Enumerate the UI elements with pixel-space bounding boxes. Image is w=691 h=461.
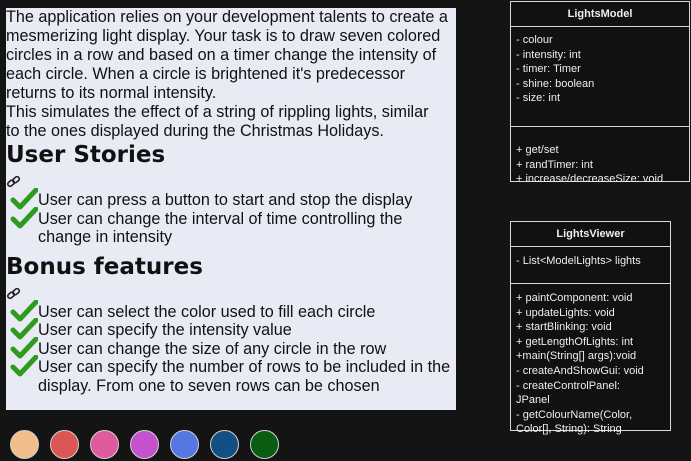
light-circle-6[interactable] [210,430,239,459]
uml-method: - createControlPanel: [516,379,620,392]
intro-line: returns to its normal intensity. [6,84,217,102]
intro-line: The application relies on your developme… [6,8,448,26]
bonus-text: User can select the color used to fill e… [38,302,376,321]
uml-method: + paintComponent: void [516,292,633,304]
light-circle-5[interactable] [170,430,199,459]
list-item: User can select the color used to fill e… [6,299,456,321]
uml-fields: - List<ModelLights> lights [511,247,670,283]
description-panel: The application relies on your developme… [6,8,456,410]
light-circle-3[interactable] [90,430,119,459]
uml-method: + randTimer: int [516,158,593,171]
list-item: User can change the interval of time con… [6,206,456,247]
uml-method: JPanel [516,394,550,407]
uml-field: - colour [516,34,553,46]
link-icon[interactable] [6,287,456,303]
uml-field: - timer: Timer [516,63,581,75]
check-icon [10,355,38,377]
intro-text: The application relies on your developme… [6,8,456,141]
story-text: User can press a button to start and sto… [38,191,413,209]
uml-field: - size: int [516,92,561,104]
uml-field: - List<ModelLights> lights [516,255,641,267]
bonus-features-heading: Bonus features [6,253,203,280]
light-circle-7[interactable] [250,430,279,459]
link-icon[interactable] [6,175,456,191]
uml-field: - intensity: int [516,48,581,61]
intro-line: This simulates the effect of a string of… [6,103,429,121]
uml-lights-model: LightsModel - colour - intensity: int - … [510,1,690,185]
bonus-text: User can specify the intensity value [38,321,292,339]
uml-method: Color[], String): String [516,423,622,436]
bonus-features-list: User can select the color used to fill e… [6,299,456,396]
uml-method: + startBlinking: void [516,321,612,334]
uml-methods: + get/set + randTimer: int + increase/de… [511,126,689,190]
intro-line: each circle. When a circle is brightened… [6,65,405,83]
bonus-text: User can change the size of any circle i… [38,339,387,358]
list-item: User can press a button to start and sto… [6,188,456,210]
user-stories-heading: User Stories [6,142,166,168]
light-circle-4[interactable] [130,430,159,459]
uml-class-title: LightsModel [511,2,689,27]
uml-method: +main(String[] args):void [516,350,637,363]
uml-method: + get/set [516,144,559,156]
uml-method: + increase/decreaseSize: void [516,173,664,185]
intro-line: to the ones displayed during the Christm… [6,122,384,140]
uml-methods: + paintComponent: void + updateLights: v… [511,283,670,440]
intro-line: circles in a row and based on a timer ch… [6,46,437,64]
list-item: User can specify the number of rows to b… [6,355,456,395]
check-icon [10,206,38,228]
story-text: User can change the interval of time con… [38,209,403,247]
uml-method: - getColourName(Color, [516,408,633,421]
list-item: User can specify the intensity value [6,318,456,340]
uml-method: + getLengthOfLights: int [516,335,634,348]
uml-fields: - colour - intensity: int - timer: Timer… [511,27,689,126]
list-item: User can change the size of any circle i… [6,336,456,358]
user-stories-list: User can press a button to start and sto… [6,188,456,247]
uml-lights-viewer: LightsViewer - List<ModelLights> lights … [510,221,671,435]
uml-class-title: LightsViewer [511,222,670,247]
uml-field: - shine: boolean [516,77,595,90]
uml-method: + updateLights: void [516,306,615,319]
intro-line: mesmerizing light display. Your task is … [6,27,441,45]
light-circle-2[interactable] [50,430,79,459]
uml-method: - createAndShowGui: void [516,364,644,377]
light-circle-1[interactable] [10,430,39,459]
bonus-text: User can specify the number of rows to b… [38,358,451,395]
